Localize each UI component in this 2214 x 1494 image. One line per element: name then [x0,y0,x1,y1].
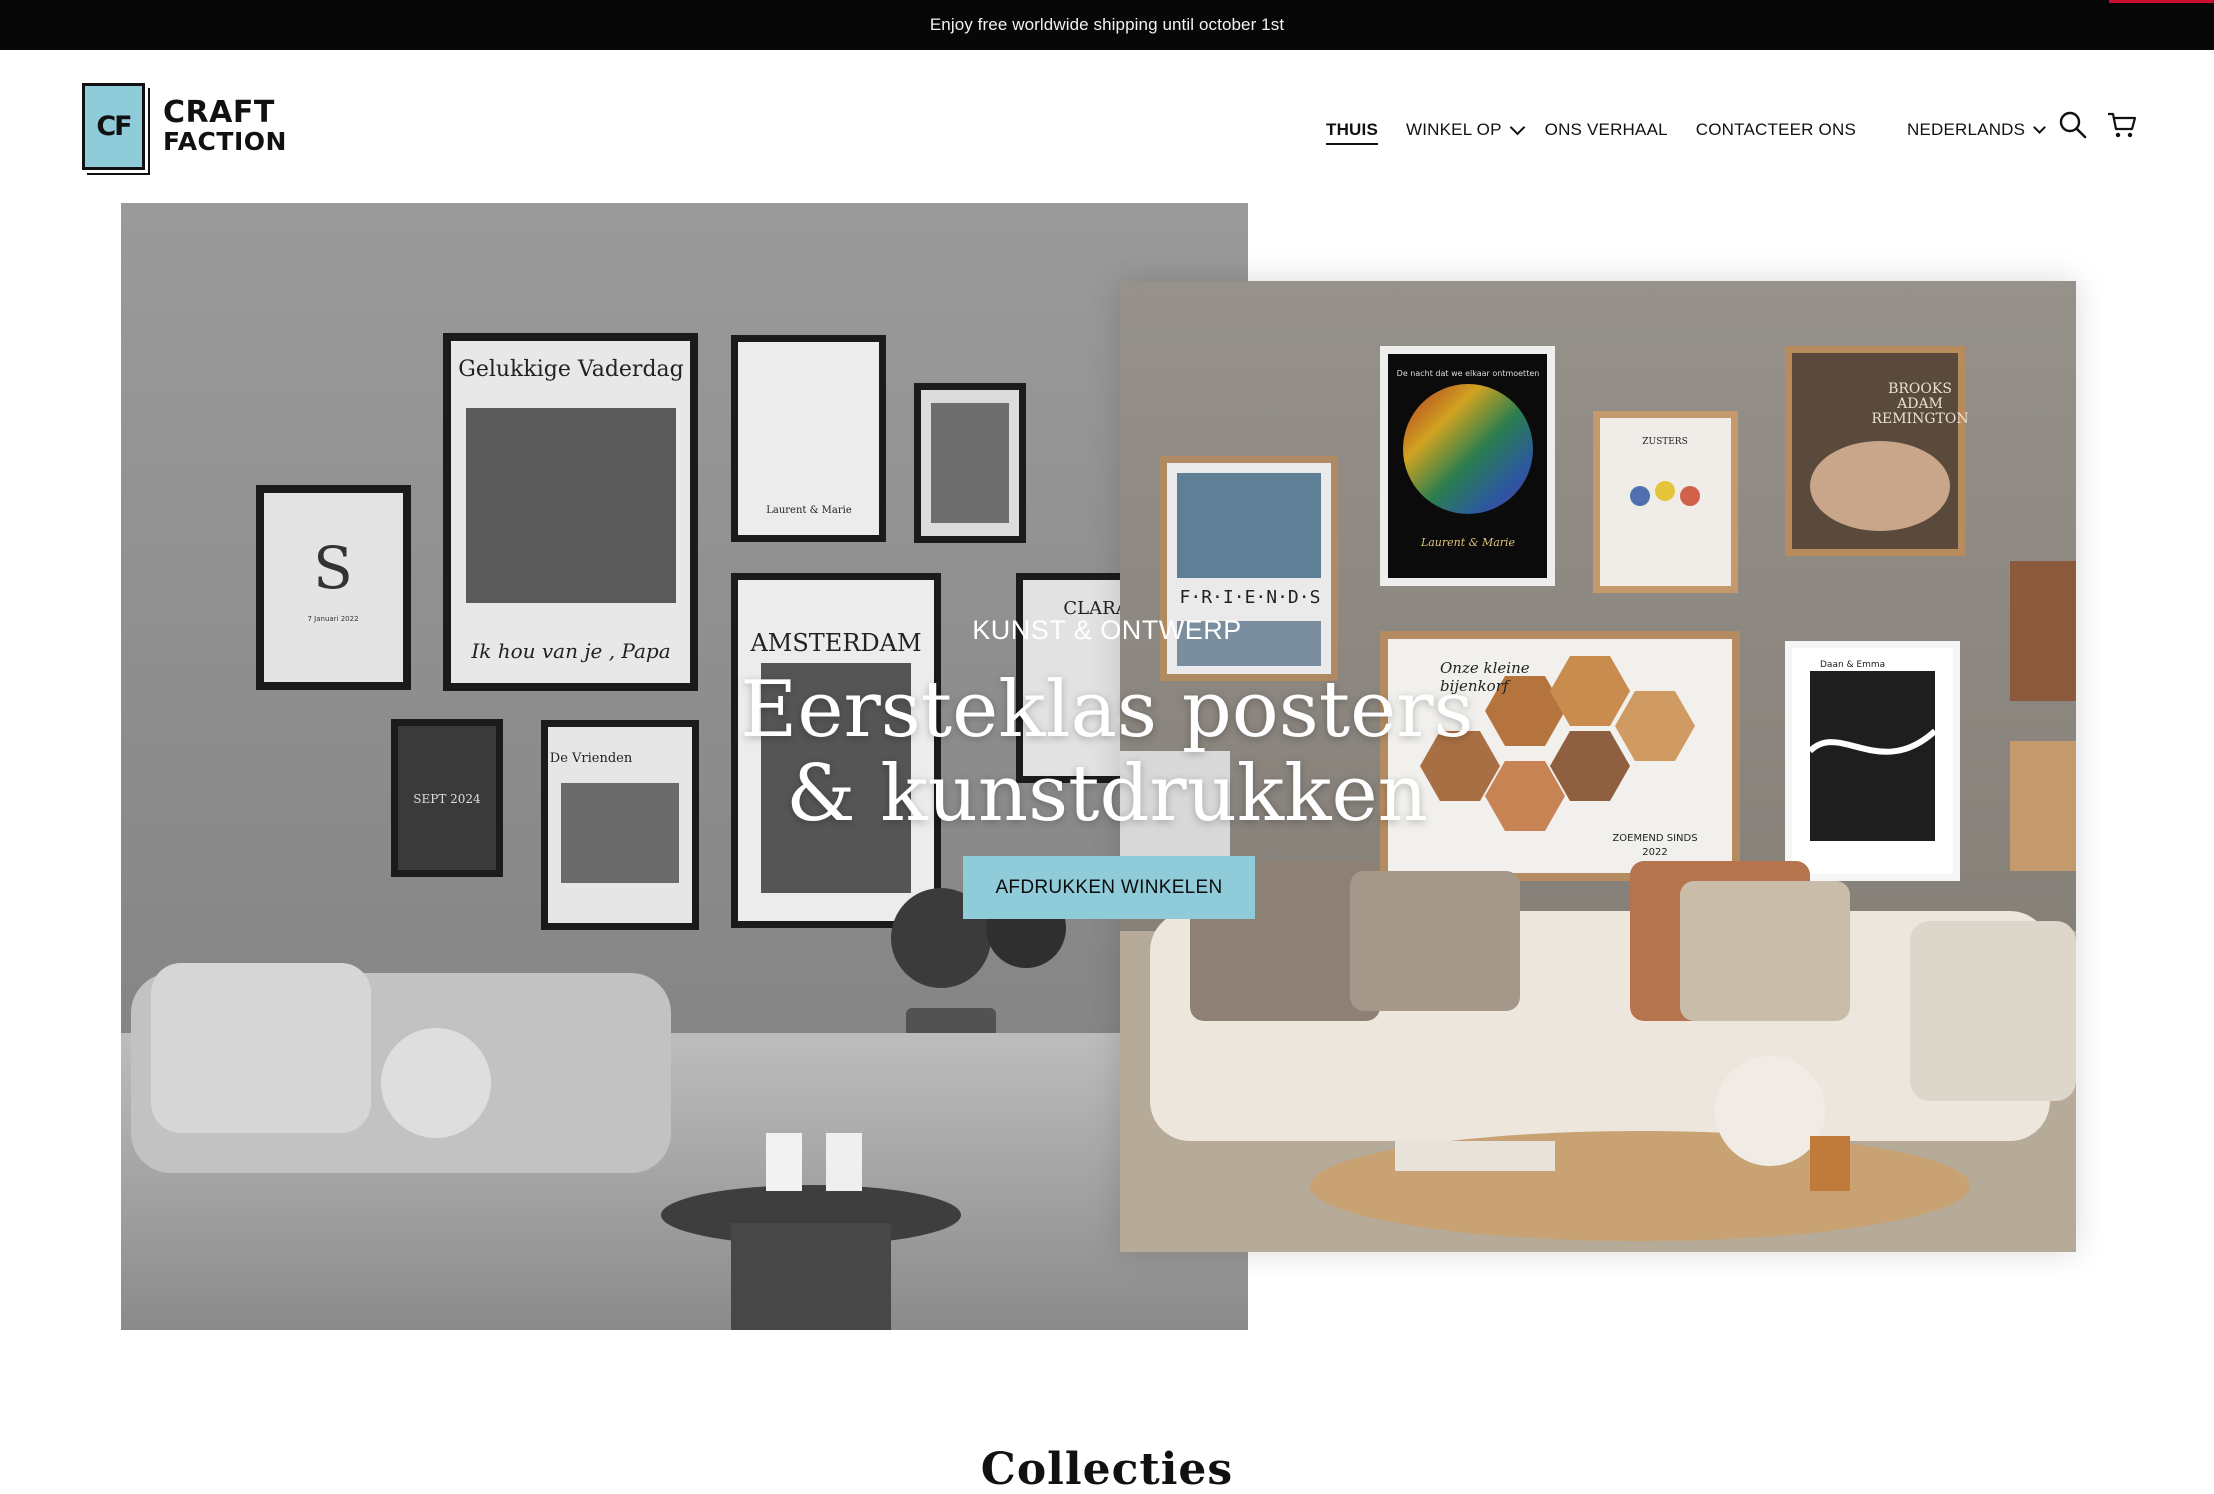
logo-line-1: CRAFT [163,94,275,130]
poster-sky-caption: De nacht dat we elkaar ontmoetten [1397,369,1540,378]
search-icon[interactable] [2058,110,2088,140]
logo-mark-icon: CF [82,83,145,170]
poster-zoemend-year: 2022 [1642,847,1667,858]
cart-icon[interactable] [2106,110,2138,140]
main-navigation: THUIS WINKEL OP ONS VERHAAL CONTACTEER O… [1326,115,2047,145]
poster-zusters: ZUSTERS [1642,437,1688,447]
poster-brooks-line1: BROOKS [1888,381,1952,397]
poster-laurent-script: Laurent & Marie [1420,536,1516,549]
language-selector[interactable]: NEDERLANDS [1907,120,2047,140]
collections-heading: Collecties [980,1444,1234,1494]
hero-eyebrow: KUNST & ONTWERP [972,615,1242,645]
nav-item-contacteer-ons[interactable]: CONTACTEER ONS [1696,120,1856,140]
hero-headline: Eersteklas posters & kunstdrukken [0,668,2214,836]
poster-brooks-line3: REMINGTON [1871,411,1968,427]
announcement-bar: Enjoy free worldwide shipping until octo… [0,0,2214,50]
hero-headline-line-1: Eersteklas posters [740,665,1474,755]
logo-line-2: FACTION [163,126,287,156]
nav-item-thuis[interactable]: THUIS [1326,120,1378,145]
hero-headline-line-2: & kunstdrukken [786,749,1428,839]
announcement-accent [2109,0,2214,3]
poster-brooks-line2: ADAM [1896,396,1943,412]
nav-item-winkel-op[interactable]: WINKEL OP [1406,119,1525,140]
language-label: NEDERLANDS [1907,120,2026,139]
brand-logo[interactable]: CF CRAFT FACTION [82,83,287,170]
poster-script-names: Laurent & Marie [766,505,852,516]
header-icons [2058,110,2138,140]
poster-friends: F·R·I·E·N·D·S [1180,587,1321,608]
poster-vaderdag-title: Gelukkige Vaderdag [458,357,683,382]
shop-prints-button[interactable]: AFDRUKKEN WINKELEN [963,856,1255,919]
poster-monogram-letter: S [313,534,353,602]
nav-item-winkel-op-label: WINKEL OP [1406,120,1502,139]
logo-wordmark: CRAFT FACTION [163,94,287,156]
chevron-down-icon [2033,120,2047,134]
chevron-down-icon [1509,119,1525,135]
site-header: CF CRAFT FACTION THUIS WINKEL OP ONS VER… [0,50,2214,200]
announcement-text: Enjoy free worldwide shipping until octo… [929,15,1285,34]
logo-mark-text: CF [96,111,132,142]
nav-item-ons-verhaal[interactable]: ONS VERHAAL [1545,120,1668,140]
